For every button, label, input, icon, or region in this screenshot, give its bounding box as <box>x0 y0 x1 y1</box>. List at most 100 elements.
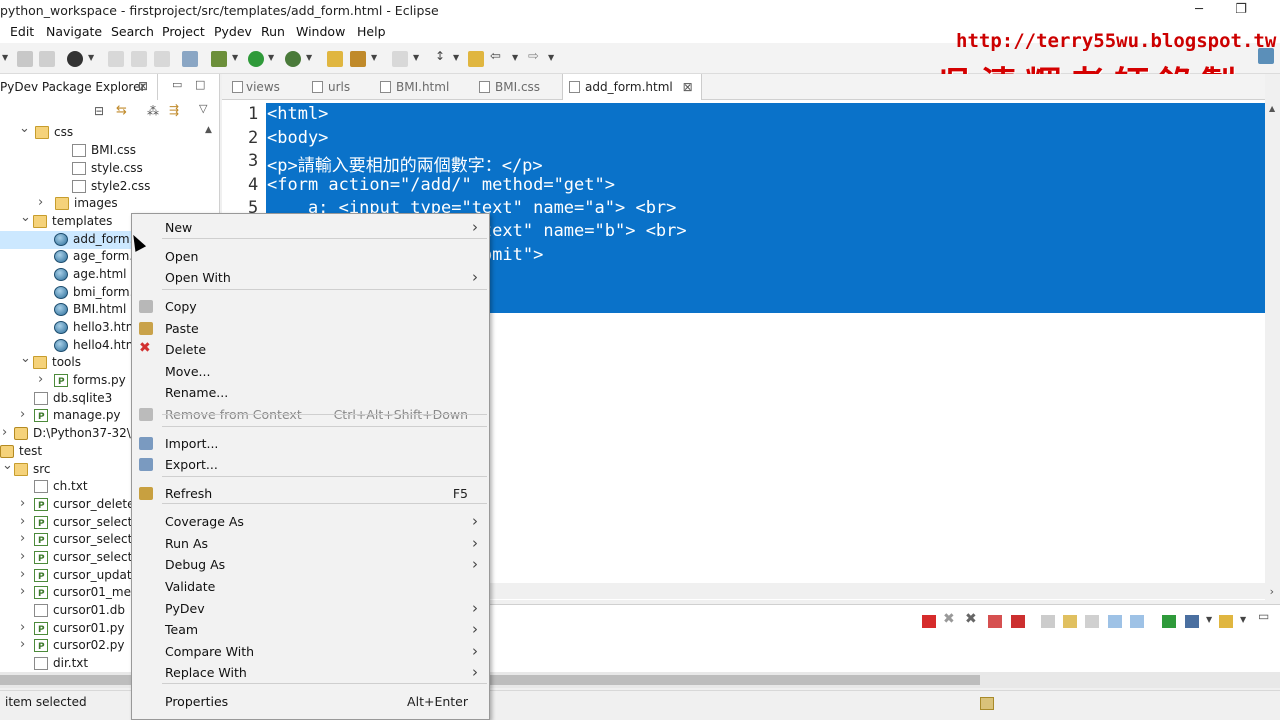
tree-item[interactable]: style2.css <box>0 178 219 196</box>
tree-item[interactable]: ⌄ css <box>0 121 219 142</box>
collapse-arrow-icon[interactable]: › <box>20 548 30 565</box>
menu-item-debug-as[interactable]: Debug As › <box>133 554 488 575</box>
restore-button[interactable]: ❐ <box>1218 0 1264 22</box>
status-tasks-icon[interactable] <box>980 697 994 710</box>
menu-item-import[interactable]: Import... <box>133 433 488 454</box>
dropdown-arrow-icon[interactable]: ▼ <box>88 53 94 62</box>
collapse-arrow-icon[interactable]: › <box>38 371 48 388</box>
scroll-right-icon[interactable]: › <box>1270 585 1274 598</box>
back-icon[interactable]: ⇦ <box>490 49 501 64</box>
debug-icon[interactable] <box>211 51 227 67</box>
terminate-icon[interactable] <box>922 615 936 628</box>
menu-item-new[interactable]: New › <box>133 217 488 238</box>
tab-urls[interactable]: urls <box>312 74 350 100</box>
expand-icon[interactable]: ⌄ <box>20 209 31 226</box>
menu-item-pydev[interactable]: PyDev › <box>133 598 488 619</box>
collapse-arrow-icon[interactable]: › <box>20 513 30 530</box>
annotation-icon[interactable] <box>392 51 408 67</box>
menu-item-open[interactable]: Open <box>133 246 488 267</box>
dropdown-arrow-icon[interactable]: ▼ <box>548 53 554 62</box>
tab-bmi-html[interactable]: BMI.html <box>380 74 449 100</box>
menu-item-paste[interactable]: Paste <box>133 318 488 339</box>
maximize-view-icon[interactable]: □ <box>195 78 205 91</box>
menu-item-coverage-as[interactable]: Coverage As › <box>133 511 488 532</box>
menu-item-validate[interactable]: Validate <box>133 576 488 597</box>
remove-all-icon[interactable]: ✖ <box>965 611 977 627</box>
menu-edit[interactable]: Edit <box>10 24 34 39</box>
dropdown-arrow-icon[interactable]: ▼ <box>453 53 459 62</box>
open-console-icon[interactable] <box>1219 615 1233 628</box>
minimize-view-icon[interactable]: ▭ <box>172 78 182 91</box>
prev-annotation-icon[interactable]: ↕ <box>435 49 445 63</box>
explorer-tab[interactable]: PyDev Package Explorer ⊠ <box>0 74 158 100</box>
dropdown-arrow-icon[interactable]: ▼ <box>232 53 238 62</box>
dropdown-arrow-icon[interactable]: ▼ <box>306 53 312 62</box>
menu-item-compare-with[interactable]: Compare With › <box>133 641 488 662</box>
collapse-arrow-icon[interactable]: › <box>20 495 30 512</box>
collapse-arrow-icon[interactable]: › <box>2 424 12 441</box>
menu-search[interactable]: Search <box>111 24 154 39</box>
menu-item-export[interactable]: Export... <box>133 454 488 475</box>
menu-item-open-with[interactable]: Open With › <box>133 267 488 288</box>
filter-icon[interactable]: ⁂ <box>147 104 159 118</box>
view-menu-icon[interactable]: ▽ <box>199 102 207 115</box>
show-stdout-icon[interactable] <box>1108 615 1122 628</box>
dropdown-arrow-icon[interactable]: ▼ <box>371 53 377 62</box>
tab-bmi-css[interactable]: BMI.css <box>479 74 540 100</box>
menu-item-refresh[interactable]: Refresh F5 <box>133 483 488 504</box>
collapse-arrow-icon[interactable]: › <box>20 406 30 423</box>
minimize-button[interactable]: ─ <box>1176 0 1222 22</box>
menu-item-properties[interactable]: Properties Alt+Enter <box>133 691 488 712</box>
dropdown-arrow-icon[interactable]: ▼ <box>1206 615 1212 624</box>
save-all-icon[interactable] <box>39 51 55 67</box>
expand-icon[interactable]: ⌄ <box>19 120 30 137</box>
menu-item-delete[interactable]: ✖ Delete <box>133 339 488 360</box>
dropdown-arrow-icon[interactable]: ▼ <box>1240 615 1246 624</box>
doc-icon[interactable] <box>131 51 147 67</box>
link-editor-icon[interactable]: ⇆ <box>116 103 127 118</box>
collapse-arrow-icon[interactable]: › <box>20 530 30 547</box>
word-wrap-icon[interactable] <box>1085 615 1099 628</box>
close-icon[interactable]: ⊠ <box>138 79 148 93</box>
editor-vertical-scrollbar[interactable]: ▲ <box>1265 74 1280 600</box>
collapse-all-icon[interactable]: ⊟ <box>94 104 104 118</box>
tab-add-form-html[interactable]: add_form.html ⊠ <box>562 74 702 100</box>
menu-project[interactable]: Project <box>162 24 205 39</box>
close-icon[interactable]: ⊠ <box>683 74 693 100</box>
menu-navigate[interactable]: Navigate <box>46 24 102 39</box>
dropdown-arrow-icon[interactable]: ▼ <box>2 53 8 62</box>
last-edit-icon[interactable] <box>468 51 484 67</box>
menu-run[interactable]: Run <box>261 24 285 39</box>
pilcrow-icon[interactable] <box>154 51 170 67</box>
display-console-icon[interactable] <box>1185 615 1199 628</box>
perspective-icon[interactable] <box>182 51 198 67</box>
menu-item-run-as[interactable]: Run As › <box>133 533 488 554</box>
save-icon[interactable] <box>17 51 33 67</box>
expand-icon[interactable]: ⌄ <box>20 350 31 367</box>
focus-icon[interactable]: ⇶ <box>169 103 179 117</box>
collapse-arrow-icon[interactable]: › <box>20 636 30 653</box>
tab-views[interactable]: views <box>232 74 280 100</box>
remove-launch-icon[interactable]: ✖ <box>943 611 955 627</box>
menu-pydev[interactable]: Pydev <box>214 24 252 39</box>
collapse-arrow-icon[interactable]: › <box>20 583 30 600</box>
menu-help[interactable]: Help <box>357 24 386 39</box>
collapse-arrow-icon[interactable]: › <box>20 566 30 583</box>
menu-item-rename[interactable]: Rename... <box>133 382 488 403</box>
stop-all-icon[interactable] <box>1011 615 1025 628</box>
dropdown-arrow-icon[interactable]: ▼ <box>512 53 518 62</box>
menu-item-copy[interactable]: Copy <box>133 296 488 317</box>
tree-item[interactable]: BMI.css <box>0 142 219 160</box>
clear-console-icon[interactable] <box>1041 615 1055 628</box>
pin-console-icon[interactable] <box>1162 615 1176 628</box>
coverage-icon[interactable] <box>285 51 301 67</box>
run-icon[interactable] <box>248 51 264 67</box>
dropdown-arrow-icon[interactable]: ▼ <box>268 53 274 62</box>
stop-icon[interactable] <box>988 615 1002 628</box>
show-stderr-icon[interactable] <box>1130 615 1144 628</box>
tree-item[interactable]: style.css <box>0 160 219 178</box>
menu-window[interactable]: Window <box>296 24 345 39</box>
forward-icon[interactable]: ⇨ <box>528 49 539 64</box>
user-icon[interactable] <box>67 51 83 67</box>
task-icon[interactable] <box>108 51 124 67</box>
